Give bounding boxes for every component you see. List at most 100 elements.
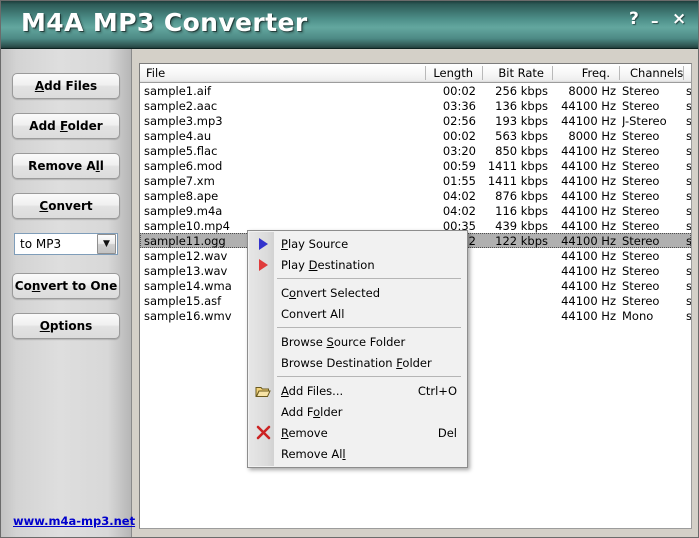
cell-channels: Stereo — [622, 233, 680, 248]
app-window: M4A MP3 Converter ? – × Add Files Add Fo… — [0, 0, 699, 538]
cell-length: 00:02 — [424, 128, 476, 143]
output-format-select[interactable]: to MP3 ▼ — [14, 233, 118, 255]
table-row[interactable]: sample5.flac03:20850 kbps44100 HzStereos… — [140, 143, 691, 158]
play-source-icon — [255, 236, 271, 252]
menu-item-label: Convert Selected — [281, 286, 380, 300]
help-icon[interactable]: ? — [629, 12, 639, 26]
column-divider[interactable] — [683, 66, 684, 80]
column-header-status[interactable]: Status — [687, 64, 692, 82]
cell-channels: Stereo — [622, 188, 680, 203]
column-header-freq[interactable]: Freq. — [553, 64, 618, 82]
minimize-icon[interactable]: – — [651, 14, 659, 28]
menu-item-add-folder[interactable]: Add Folder — [248, 401, 467, 422]
cell-status: sample3.mp3 — [686, 113, 692, 128]
table-row[interactable]: sample4.au00:02563 kbps8000 HzStereosamp… — [140, 128, 691, 143]
table-row[interactable]: sample7.xm01:551411 kbps44100 HzStereosa… — [140, 173, 691, 188]
menu-item-play-destination[interactable]: Play Destination — [248, 254, 467, 275]
menu-item-label: Play Source — [281, 237, 348, 251]
convert-button[interactable]: Convert — [12, 193, 120, 219]
menu-item-convert-selected[interactable]: Convert Selected — [248, 282, 467, 303]
menu-item-play-source[interactable]: Play Source — [248, 233, 467, 254]
cell-freq: 44100 Hz — [550, 158, 616, 173]
cell-freq: 44100 Hz — [550, 293, 616, 308]
cell-length: 02:56 — [424, 113, 476, 128]
menu-item-browse-destination-folder[interactable]: Browse Destination Folder — [248, 352, 467, 373]
cell-freq: 44100 Hz — [550, 143, 616, 158]
table-row[interactable]: sample1.aif00:02256 kbps8000 HzStereosam… — [140, 83, 691, 98]
cell-status: sample12.mp3 — [686, 248, 692, 263]
table-row[interactable]: sample2.aac03:36136 kbps44100 HzStereosa… — [140, 98, 691, 113]
cell-bitrate — [480, 308, 548, 323]
website-link[interactable]: www.m4a-mp3.net — [13, 514, 135, 528]
menu-item-label: Remove — [281, 426, 328, 440]
menu-item-convert-all[interactable]: Convert All — [248, 303, 467, 324]
cell-file: sample5.flac — [144, 143, 284, 158]
cell-status: sample10.mp3 — [686, 218, 692, 233]
cell-bitrate: 136 kbps — [480, 98, 548, 113]
button-label: Add Folder — [29, 119, 102, 133]
add-folder-button[interactable]: Add Folder — [12, 113, 120, 139]
table-row[interactable]: sample9.m4a04:02116 kbps44100 HzStereosa… — [140, 203, 691, 218]
open-folder-icon — [255, 383, 271, 399]
cell-bitrate: 122 kbps — [480, 233, 548, 248]
menu-item-add-files[interactable]: Add Files...Ctrl+O — [248, 380, 467, 401]
menu-item-remove-all[interactable]: Remove All — [248, 443, 467, 464]
title-bar: M4A MP3 Converter ? – × — [1, 1, 699, 49]
menu-item-label: Browse Source Folder — [281, 335, 405, 349]
menu-item-remove[interactable]: RemoveDel — [248, 422, 467, 443]
cell-channels: Stereo — [622, 278, 680, 293]
cell-file: sample4.au — [144, 128, 284, 143]
table-row[interactable]: sample6.mod00:591411 kbps44100 HzStereos… — [140, 158, 691, 173]
close-icon[interactable]: × — [672, 12, 686, 26]
column-header-channels[interactable]: Channels — [624, 64, 682, 82]
cell-status: sample16.mp3 — [686, 308, 692, 323]
cell-bitrate: 256 kbps — [480, 83, 548, 98]
cell-file: sample3.mp3 — [144, 113, 284, 128]
convert-to-one-button[interactable]: Convert to One — [12, 273, 120, 299]
chevron-down-icon[interactable]: ▼ — [97, 234, 116, 254]
cell-status: sample5.mp3 — [686, 143, 692, 158]
context-menu: Play Source Play Destination Convert Selec… — [247, 230, 468, 468]
remove-all-button[interactable]: Remove All — [12, 153, 120, 179]
play-destination-icon — [255, 257, 271, 273]
column-divider[interactable] — [552, 66, 553, 80]
cell-file: sample8.ape — [144, 188, 284, 203]
cell-channels: Stereo — [622, 128, 680, 143]
column-divider[interactable] — [425, 66, 426, 80]
column-header-bit-rate[interactable]: Bit Rate — [483, 64, 552, 82]
cell-channels: Stereo — [622, 203, 680, 218]
column-divider[interactable] — [482, 66, 483, 80]
menu-item-shortcut: Ctrl+O — [400, 384, 457, 398]
cell-length: 00:59 — [424, 158, 476, 173]
cell-status: sample1.mp3 — [686, 83, 692, 98]
sidebar: Add Files Add Folder Remove All Convert … — [1, 49, 132, 537]
cell-freq: 44100 Hz — [550, 188, 616, 203]
cell-freq: 44100 Hz — [550, 218, 616, 233]
column-header-length[interactable]: Length — [425, 64, 481, 82]
cell-channels: Stereo — [622, 293, 680, 308]
table-row[interactable]: sample3.mp302:56193 kbps44100 HzJ-Stereo… — [140, 113, 691, 128]
column-header-file[interactable]: File — [140, 64, 425, 82]
cell-freq: 44100 Hz — [550, 98, 616, 113]
add-files-button[interactable]: Add Files — [12, 73, 120, 99]
cell-freq: 44100 Hz — [550, 278, 616, 293]
cell-freq: 8000 Hz — [550, 128, 616, 143]
cell-channels: Stereo — [622, 98, 680, 113]
cell-freq: 44100 Hz — [550, 248, 616, 263]
table-row[interactable]: sample8.ape04:02876 kbps44100 HzStereosa… — [140, 188, 691, 203]
menu-item-browse-source-folder[interactable]: Browse Source Folder — [248, 331, 467, 352]
cell-bitrate — [480, 293, 548, 308]
options-button[interactable]: Options — [12, 313, 120, 339]
cell-freq: 44100 Hz — [550, 203, 616, 218]
column-divider[interactable] — [619, 66, 620, 80]
cell-bitrate: 193 kbps — [480, 113, 548, 128]
cell-file: sample7.xm — [144, 173, 284, 188]
button-label: Convert to One — [15, 279, 117, 293]
cell-channels: Stereo — [622, 218, 680, 233]
cell-bitrate: 439 kbps — [480, 218, 548, 233]
cell-status: sample6.mp3 — [686, 158, 692, 173]
cell-freq: 44100 Hz — [550, 173, 616, 188]
cell-channels: Stereo — [622, 263, 680, 278]
menu-item-label: Remove All — [281, 447, 346, 461]
cell-freq: 44100 Hz — [550, 233, 616, 248]
